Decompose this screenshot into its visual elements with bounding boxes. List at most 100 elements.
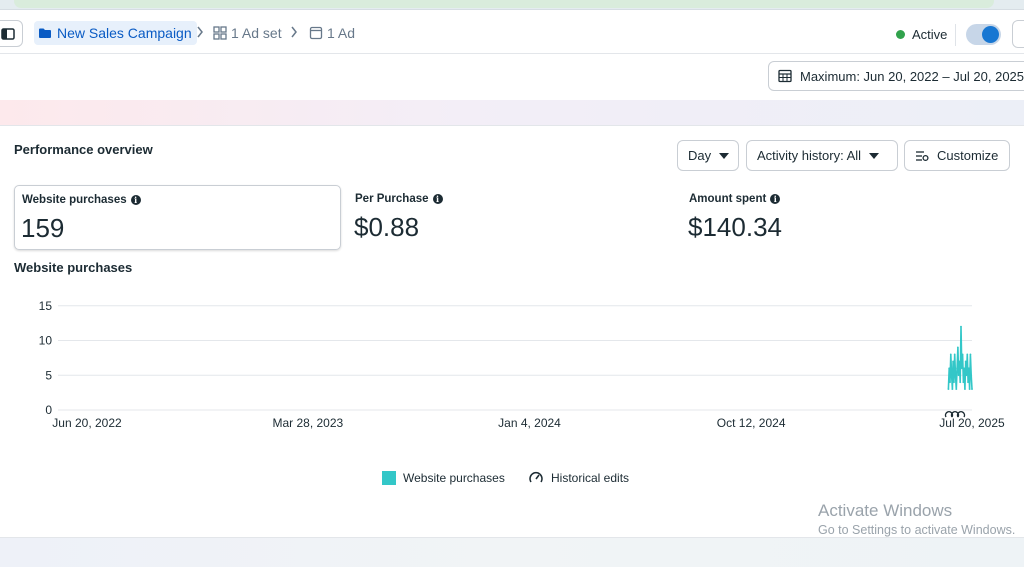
data-point: [967, 381, 969, 384]
metric-label: Per Purchase: [355, 193, 429, 205]
data-point: [954, 374, 957, 377]
data-point: [958, 360, 961, 363]
day-label: Day: [688, 148, 712, 163]
data-point: [963, 367, 966, 370]
data-point: [960, 325, 962, 328]
metric-amount-spent[interactable]: Amount spent i $140.34: [682, 185, 1002, 250]
data-point: [953, 353, 956, 356]
y-tick-label: 0: [45, 403, 52, 417]
caret-down-icon: [869, 152, 880, 159]
data-point: [955, 388, 958, 391]
data-point: [956, 346, 959, 349]
legend-label: Historical edits: [551, 471, 630, 485]
status-dot-icon: [896, 30, 905, 39]
metric-value: $0.88: [354, 212, 420, 242]
breadcrumb-ad-label: 1 Ad: [327, 25, 356, 41]
activate-windows-title: Activate Windows: [818, 501, 953, 520]
data-point: [966, 353, 969, 356]
series-line: [947, 326, 973, 390]
date-range-label: Maximum: Jun 20, 2022 – Jul 20, 2025: [800, 68, 1024, 84]
data-point: [964, 388, 966, 391]
info-icon[interactable]: i: [130, 195, 141, 205]
y-tick-label: 10: [39, 334, 53, 348]
data-point: [968, 388, 971, 391]
website-purchases-chart: 0 5 10 15 20 Jun 20, 2022 Mar 28, 2023 Jan 4, 2…: [39, 276, 1005, 430]
data-point: [947, 388, 950, 391]
customize-icon: [916, 150, 929, 161]
info-icon[interactable]: i: [770, 194, 781, 204]
page-title: Performance overview: [14, 142, 153, 157]
data-point: [956, 367, 958, 370]
data-point: [949, 381, 951, 384]
browser-top-strip: [0, 0, 1024, 10]
sidebar-icon: [0, 27, 15, 40]
chevron-right-icon: [291, 26, 297, 38]
metric-website-purchases[interactable]: Website purchases i 159: [14, 185, 341, 250]
data-point: [965, 374, 968, 377]
breadcrumb-campaign[interactable]: New Sales Campaign: [34, 21, 197, 45]
time-granularity-dropdown[interactable]: Day: [677, 140, 739, 171]
folder-icon: [39, 28, 51, 38]
activity-history-label: Activity history: All: [757, 148, 862, 163]
x-tick-label: Jul 20, 2025: [939, 416, 1005, 430]
metric-label: Amount spent: [689, 193, 767, 205]
performance-overview-card: Performance overview Day Activity histor…: [0, 125, 1024, 538]
data-point: [949, 353, 952, 356]
delivery-status: Active: [896, 27, 947, 42]
x-tick-label: Mar 28, 2023: [272, 416, 343, 430]
x-tick-label: Jun 20, 2022: [52, 416, 122, 430]
customize-button[interactable]: Customize: [904, 140, 1010, 171]
data-point: [952, 360, 955, 363]
campaign-status-toggle[interactable]: [966, 24, 1001, 45]
legend-label: Website purchases: [403, 471, 505, 485]
divider: [955, 24, 956, 46]
decorative-band: [0, 538, 1024, 567]
metric-label: Website purchases: [22, 194, 127, 206]
date-range-row: Maximum: Jun 20, 2022 – Jul 20, 2025: [0, 54, 1024, 100]
legend-website-purchases[interactable]: Website purchases: [382, 471, 505, 485]
chart-title: Website purchases: [14, 260, 133, 275]
data-point: [948, 367, 951, 370]
caret-down-icon: [719, 152, 730, 159]
more-options-button[interactable]: [1012, 20, 1024, 48]
chevron-right-icon: [197, 26, 203, 38]
info-icon[interactable]: i: [432, 194, 443, 204]
data-point: [964, 360, 967, 363]
breadcrumb-ad-set-label: 1 Ad set: [231, 25, 282, 41]
metric-per-purchase[interactable]: Per Purchase i $0.88: [348, 185, 668, 250]
metric-value: 159: [21, 213, 65, 243]
data-point: [970, 374, 973, 377]
data-point: [960, 367, 963, 370]
grid-icon: [213, 26, 227, 40]
sidebar-toggle-button[interactable]: [0, 20, 23, 47]
ad-icon: [309, 26, 323, 40]
data-point: [962, 381, 965, 384]
data-point: [957, 374, 960, 377]
decorative-band: [0, 100, 1024, 125]
data-point: [951, 388, 954, 391]
data-point: [959, 381, 962, 384]
toggle-knob: [982, 26, 999, 43]
data-point: [953, 381, 955, 384]
x-tick-label: Oct 12, 2024: [717, 416, 786, 430]
status-label: Active: [912, 27, 948, 42]
date-range-button[interactable]: Maximum: Jun 20, 2022 – Jul 20, 2025: [768, 61, 1024, 91]
y-tick-label: 20: [39, 276, 53, 278]
metric-value: $140.34: [688, 212, 782, 242]
y-tick-label: 15: [39, 299, 53, 313]
data-point: [950, 374, 953, 377]
legend-historical-edits[interactable]: Historical edits: [528, 471, 629, 485]
data-point: [967, 367, 970, 370]
x-tick-label: Jan 4, 2024: [498, 416, 561, 430]
breadcrumb-campaign-label: New Sales Campaign: [57, 25, 192, 41]
activity-history-dropdown[interactable]: Activity history: All: [746, 140, 898, 171]
data-point: [961, 353, 964, 356]
breadcrumb-ad-set[interactable]: 1 Ad set: [213, 21, 282, 45]
historical-edits-icon: [529, 472, 543, 483]
breadcrumb-ad[interactable]: 1 Ad: [309, 21, 355, 45]
breadcrumb-bar: New Sales Campaign 1 Ad set 1 Ad Active: [0, 10, 1024, 54]
calendar-icon: [778, 69, 792, 83]
customize-label: Customize: [937, 148, 999, 163]
legend-swatch: [382, 471, 396, 485]
data-point: [969, 353, 972, 356]
